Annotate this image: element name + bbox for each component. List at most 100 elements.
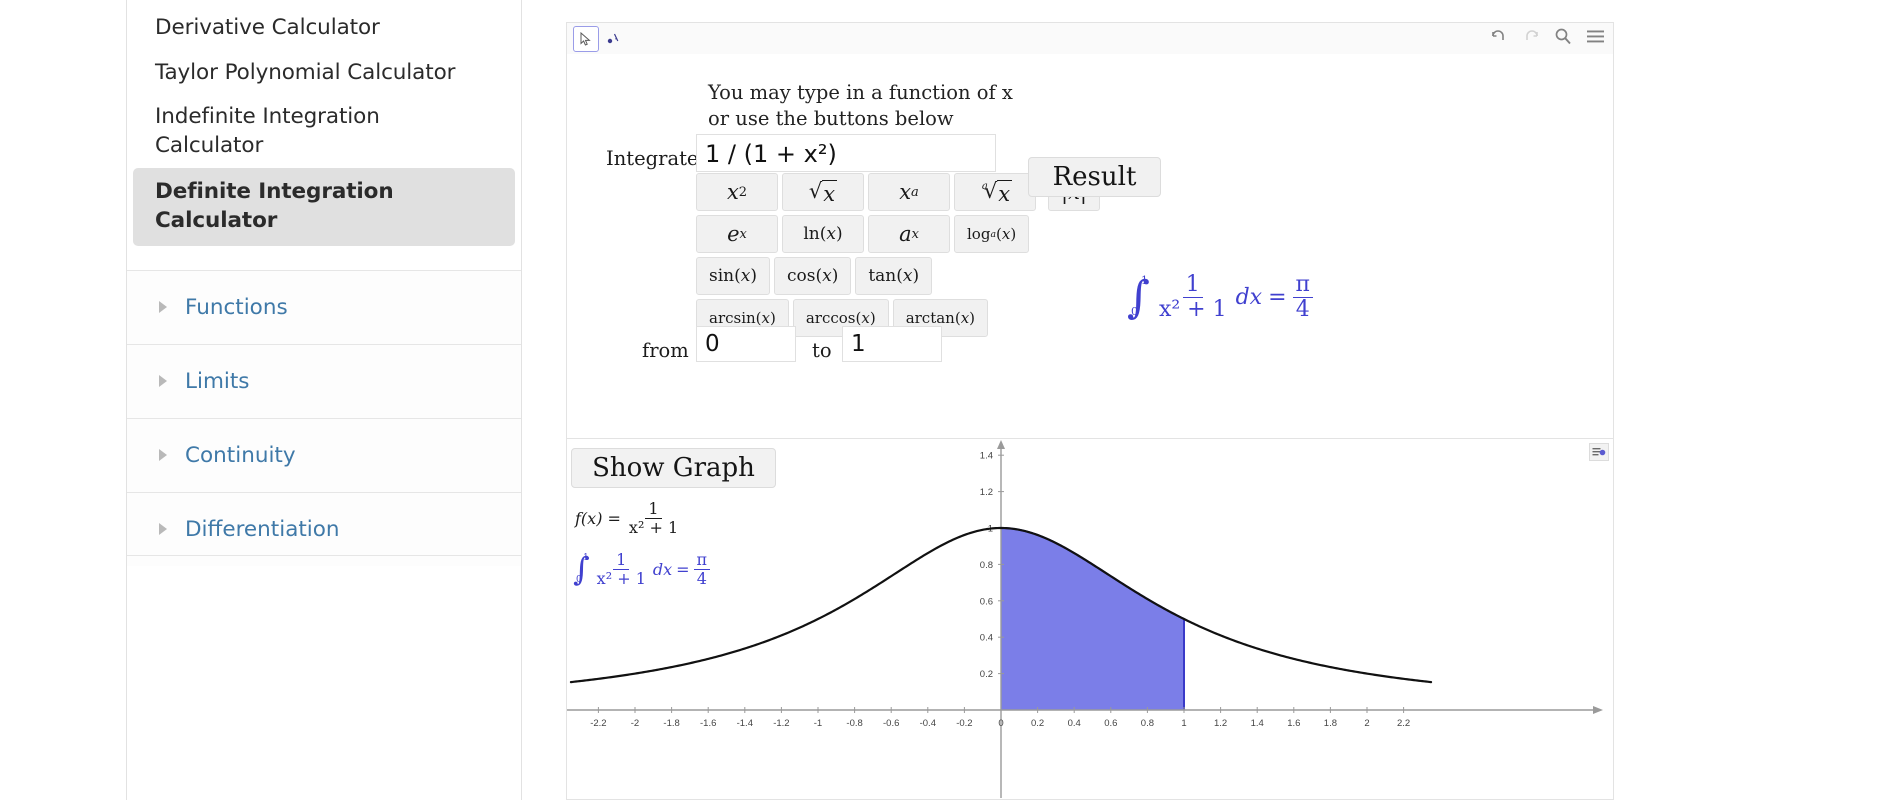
- chevron-right-icon: [159, 375, 167, 388]
- result-numerator: π: [1292, 274, 1313, 298]
- x-tick-label: -1.2: [773, 718, 789, 729]
- to-label: to: [812, 339, 832, 362]
- integral-upper-limit: 1: [1141, 273, 1148, 287]
- redo-icon[interactable]: [1522, 28, 1540, 49]
- y-tick-label: 0.6: [980, 596, 993, 607]
- sidebar-accordion-limits[interactable]: Limits: [127, 343, 521, 418]
- y-tick-label: 0.8: [980, 560, 993, 571]
- x-tick-label: -2: [631, 718, 639, 729]
- sin-button[interactable]: sin(x): [696, 257, 770, 295]
- move-tool-icon: [580, 32, 591, 46]
- graphics-panel: -2.2 -2 -1.8 -1.6 -1.4 -1.2 -1 -0.8 -0.6 -0.4 -0.2…: [566, 439, 1614, 800]
- integrand-fraction: 1 x² + 1: [1156, 274, 1230, 321]
- x-tick-label: 1.8: [1324, 718, 1337, 729]
- chevron-right-icon: [159, 523, 167, 536]
- y-axis-arrow: [997, 440, 1005, 449]
- toolbar-tools: [573, 26, 625, 52]
- function-definition-label: f(x) = 1 x² + 1: [575, 501, 681, 536]
- function-button-row: ex ln(x) ax log a(x): [696, 215, 1100, 253]
- y-tick-label: 1.4: [980, 451, 993, 462]
- integral-upper-limit: 1: [583, 552, 589, 563]
- function-definition-fraction: 1 x² + 1: [626, 501, 681, 536]
- x-tick-label: 1.2: [1214, 718, 1227, 729]
- result-button[interactable]: Result: [1028, 157, 1161, 197]
- chevron-right-icon: [159, 449, 167, 462]
- sqrt-x-button[interactable]: √ x: [782, 173, 864, 211]
- integral-lower-limit: 0: [1131, 305, 1138, 319]
- differential: dx: [1235, 285, 1263, 310]
- integrate-label: Integrate: [606, 147, 699, 170]
- accordion-label: Functions: [185, 294, 288, 320]
- x-tick-label: 1: [1181, 718, 1186, 729]
- function-input[interactable]: 1 / (1 + x²): [696, 134, 996, 172]
- integral-sign: ∫ 1 0: [1127, 271, 1150, 323]
- x-tick-label: 1.6: [1287, 718, 1300, 729]
- graph-stylebar-button[interactable]: [1589, 443, 1609, 461]
- result-denominator: 4: [1295, 297, 1310, 322]
- nth-root-x-button[interactable]: a √ x: [954, 173, 1036, 211]
- x-tick-label: -1.6: [700, 718, 716, 729]
- integral-sign: ∫ 1 0: [573, 549, 590, 588]
- search-icon[interactable]: [1554, 27, 1572, 50]
- x-tick-label: 0.8: [1141, 718, 1154, 729]
- sidebar-divider: [127, 555, 521, 556]
- sidebar-item-indefinite-integration-calculator[interactable]: Indefinite Integration Calculator: [127, 95, 521, 168]
- hint-line-1: You may type in a function of x: [708, 81, 1013, 104]
- tan-button[interactable]: tan(x): [855, 257, 933, 295]
- fd-numerator: 1: [645, 501, 662, 519]
- accordion-label: Differentiation: [185, 516, 340, 542]
- e-to-x-button[interactable]: ex: [696, 215, 778, 253]
- point-tool-icon: [607, 33, 619, 44]
- integrand-denominator: x² + 1: [1158, 297, 1227, 322]
- menu-icon[interactable]: [1586, 29, 1605, 49]
- result-value-fraction: π 4: [693, 552, 711, 587]
- shaded-area[interactable]: [1001, 528, 1184, 710]
- function-button-row: sin(x) cos(x) tan(x): [696, 257, 1100, 295]
- log-base-a-button[interactable]: log a(x): [954, 215, 1030, 253]
- a-to-x-button[interactable]: ax: [868, 215, 950, 253]
- function-definition-lhs: f(x) =: [575, 509, 621, 528]
- show-graph-button[interactable]: Show Graph: [571, 448, 776, 488]
- integral-lower-limit: 0: [576, 575, 582, 586]
- undo-icon[interactable]: [1490, 28, 1508, 49]
- equals-sign: =: [1268, 285, 1287, 310]
- sidebar-item-taylor-polynomial-calculator[interactable]: Taylor Polynomial Calculator: [127, 51, 521, 96]
- sidebar-accordion-continuity[interactable]: Continuity: [127, 417, 521, 492]
- lower-bound-input[interactable]: 0: [696, 326, 796, 362]
- sidebar-item-derivative-calculator[interactable]: Derivative Calculator: [127, 6, 521, 51]
- x-tick-label: 1.4: [1251, 718, 1264, 729]
- point-tool-button[interactable]: [601, 26, 625, 50]
- sidebar-accordion-functions[interactable]: Functions: [127, 269, 521, 344]
- ln-x-button[interactable]: ln(x): [782, 215, 864, 253]
- sidebar: Derivative Calculator Taylor Polynomial …: [126, 0, 522, 800]
- x-squared-button[interactable]: x2: [696, 173, 778, 211]
- result-expression: ∫ 1 0 1 x² + 1 dx = π 4: [1127, 274, 1313, 321]
- applet-toolbar: [566, 22, 1614, 54]
- page-root: Derivative Calculator Taylor Polynomial …: [0, 0, 1880, 800]
- toolbar-actions: [1490, 27, 1605, 50]
- move-tool-button[interactable]: [573, 26, 599, 52]
- function-plot[interactable]: -2.2 -2 -1.8 -1.6 -1.4 -1.2 -1 -0.8 -0.6 -0.4 -0.2…: [567, 439, 1613, 798]
- y-tick-label: 0.4: [980, 633, 993, 644]
- upper-bound-input[interactable]: 1: [842, 326, 942, 362]
- function-button-grid: x2 √x xa a√x |x| ex ln(x) ax loga(x): [696, 173, 1100, 341]
- input-hint: You may type in a function of x or use t…: [708, 80, 1038, 132]
- geogebra-applet: You may type in a function of x or use t…: [566, 22, 1614, 800]
- y-tick-label: 1.2: [980, 487, 993, 498]
- x-tick-label: -1.8: [663, 718, 679, 729]
- cos-button[interactable]: cos(x): [773, 257, 852, 295]
- result-value-fraction: π 4: [1292, 274, 1313, 322]
- from-label: from: [642, 339, 689, 362]
- differential: dx: [652, 560, 673, 579]
- x-to-a-button[interactable]: xa: [868, 173, 950, 211]
- sidebar-item-definite-integration-calculator[interactable]: Definite Integration Calculator: [133, 168, 515, 246]
- x-tick-label: 0.6: [1104, 718, 1117, 729]
- x-tick-label: -0.2: [956, 718, 972, 729]
- x-tick-label: 2: [1364, 718, 1369, 729]
- x-tick-label: -0.6: [883, 718, 899, 729]
- equals-sign: =: [676, 560, 690, 579]
- fd-denominator: x² + 1: [628, 518, 679, 537]
- graph-result-expression: ∫ 1 0 1 x² + 1 dx = π 4: [573, 549, 711, 588]
- x-tick-label: -0.8: [846, 718, 862, 729]
- y-tick-label: 0.2: [980, 669, 993, 680]
